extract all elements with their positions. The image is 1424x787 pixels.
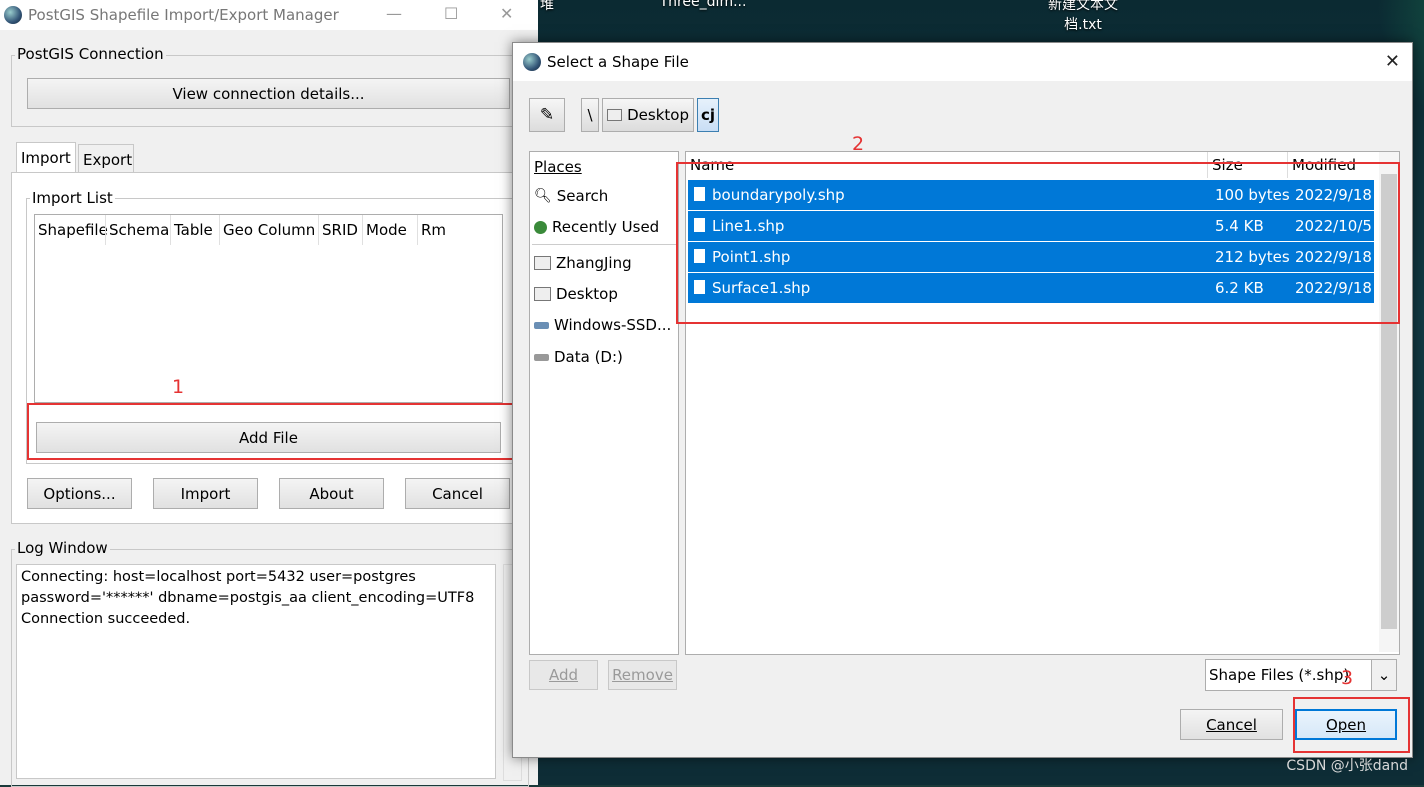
- column-srid[interactable]: SRID: [322, 221, 358, 239]
- log-window-label: Log Window: [15, 539, 110, 557]
- folder-icon: [534, 256, 551, 270]
- log-line: Connecting: host=localhost port=5432 use…: [21, 569, 416, 585]
- place-desktop[interactable]: Desktop: [534, 285, 618, 303]
- dialog-close-icon[interactable]: ✕: [1385, 51, 1400, 72]
- place-zhangjing[interactable]: ZhangJing: [534, 254, 632, 272]
- annotation-box-2: [676, 162, 1400, 324]
- textfile-label-line2: 档.txt: [1064, 17, 1102, 33]
- import-list-table[interactable]: Shapefile Schema Table Geo Column SRID M…: [34, 214, 503, 403]
- annotation-number-2: 2: [852, 133, 865, 155]
- maximize-icon[interactable]: ☐: [444, 4, 458, 23]
- folder-icon: [534, 287, 551, 301]
- annotation-number-3: 3: [1341, 667, 1354, 689]
- about-button[interactable]: About: [279, 478, 384, 509]
- postgis-globe-icon: [4, 6, 22, 24]
- tab-import[interactable]: Import: [16, 142, 76, 172]
- import-list-label: Import List: [30, 189, 115, 207]
- textfile-label-line1: 新建文本文: [1048, 0, 1118, 13]
- place-search[interactable]: 🔍︎ Search: [534, 187, 608, 205]
- column-schema[interactable]: Schema: [109, 221, 169, 239]
- path-desktop-label: Desktop: [627, 106, 689, 124]
- place-data-d[interactable]: Data (D:): [534, 348, 623, 366]
- place-windows-ssd[interactable]: Windows-SSD...: [534, 316, 671, 334]
- dialog-cancel-label: Cancel: [1206, 715, 1257, 734]
- log-line: Connection succeeded.: [21, 611, 191, 627]
- column-geo-column[interactable]: Geo Column: [223, 221, 315, 239]
- place-recently-used[interactable]: Recently Used: [534, 218, 659, 236]
- desktop-icon-three-dim-label[interactable]: Three_dim...: [648, 0, 758, 10]
- column-shapefile[interactable]: Shapefile: [38, 221, 108, 239]
- places-sidebar: Places 🔍︎ Search Recently Used ZhangJing …: [529, 151, 679, 655]
- column-mode[interactable]: Mode: [366, 221, 407, 239]
- postgis-main-window: PostGIS Shapefile Import/Export Manager …: [0, 0, 538, 787]
- dialog-title: Select a Shape File: [547, 53, 689, 71]
- desktop-icon-partial-label[interactable]: 堆: [540, 0, 554, 14]
- close-icon[interactable]: ✕: [500, 4, 513, 23]
- chevron-down-icon[interactable]: ⌄: [1371, 660, 1396, 690]
- add-place-button[interactable]: Add: [529, 660, 598, 690]
- connection-group-label: PostGIS Connection: [15, 45, 166, 63]
- log-line: password='******' dbname=postgis_aa clie…: [21, 590, 475, 606]
- main-titlebar[interactable]: PostGIS Shapefile Import/Export Manager …: [0, 0, 538, 30]
- minimize-icon[interactable]: —: [386, 4, 402, 23]
- import-button[interactable]: Import: [153, 478, 258, 509]
- type-location-button[interactable]: ✎: [529, 98, 565, 132]
- file-type-filter-select[interactable]: Shape Files (*.shp) ⌄: [1205, 659, 1397, 691]
- recent-clock-icon: [534, 220, 547, 234]
- path-root-button[interactable]: \: [581, 98, 599, 132]
- column-rm[interactable]: Rm: [421, 221, 446, 239]
- drive-icon: [534, 321, 549, 329]
- remove-place-button[interactable]: Remove: [608, 660, 677, 690]
- annotation-box-3: [1293, 697, 1410, 753]
- column-table[interactable]: Table: [174, 221, 213, 239]
- select-shape-file-dialog: Select a Shape File ✕ ✎ \ Desktop cj Pla…: [512, 42, 1413, 758]
- path-desktop-button[interactable]: Desktop: [602, 98, 694, 132]
- add-file-button[interactable]: Add File: [36, 422, 501, 453]
- desktop-icon-textfile-label[interactable]: 新建文本文 档.txt: [1028, 0, 1138, 34]
- folder-icon: [607, 109, 623, 121]
- file-type-filter-value: Shape Files (*.shp): [1209, 666, 1350, 684]
- csdn-watermark: CSDN @小张dand: [1286, 758, 1408, 774]
- path-current-cj-button[interactable]: cj: [697, 98, 719, 132]
- dialog-titlebar[interactable]: Select a Shape File ✕: [513, 43, 1412, 81]
- options-button[interactable]: Options...: [27, 478, 132, 509]
- main-window-title: PostGIS Shapefile Import/Export Manager: [28, 6, 339, 24]
- pencil-edit-icon: ✎: [539, 105, 555, 125]
- search-icon: 🔍︎: [534, 188, 552, 204]
- log-text-area[interactable]: Connecting: host=localhost port=5432 use…: [16, 564, 496, 779]
- tab-export[interactable]: Export: [78, 144, 134, 172]
- places-header[interactable]: Places: [534, 158, 582, 176]
- drive-icon: [534, 353, 549, 361]
- annotation-number-1: 1: [172, 376, 185, 398]
- dialog-cancel-button[interactable]: Cancel: [1180, 709, 1283, 740]
- view-connection-details-button[interactable]: View connection details...: [27, 78, 510, 109]
- dialog-globe-icon: [523, 53, 541, 71]
- cancel-button[interactable]: Cancel: [405, 478, 510, 509]
